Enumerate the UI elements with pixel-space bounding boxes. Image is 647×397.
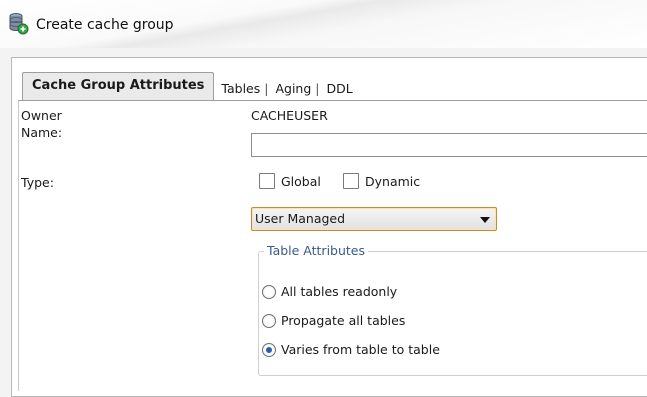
window-title: Create cache group — [36, 17, 174, 33]
radio-label: All tables readonly — [281, 284, 398, 299]
global-checkbox-box[interactable] — [259, 173, 275, 189]
radio-button-selected[interactable] — [262, 342, 276, 357]
type-select[interactable]: User Managed — [251, 207, 497, 231]
tab-separator: | — [264, 81, 269, 96]
radio-all-tables-readonly[interactable]: All tables readonly — [262, 284, 397, 299]
radio-selected-dot — [266, 346, 272, 353]
name-label: Name: — [21, 125, 63, 140]
title-bar: Create cache group — [0, 0, 647, 48]
radio-button[interactable] — [262, 284, 276, 299]
radio-propagate-all-tables[interactable]: Propagate all tables — [262, 313, 405, 328]
dynamic-checkbox-label: Dynamic — [365, 173, 421, 189]
dynamic-checkbox-box[interactable] — [343, 173, 359, 189]
owner-value: CACHEUSER — [251, 108, 328, 123]
tab-aging[interactable]: Aging — [271, 78, 315, 100]
radio-button[interactable] — [262, 313, 276, 328]
type-label: Type: — [21, 175, 54, 190]
tab-cache-group-attributes[interactable]: Cache Group Attributes — [22, 72, 215, 100]
tab-strip: Cache Group Attributes Tables | Aging | … — [22, 72, 357, 100]
database-cache-icon — [9, 13, 29, 35]
dynamic-checkbox[interactable]: Dynamic — [343, 173, 420, 189]
radio-varies-from-table-to-table[interactable]: Varies from table to table — [262, 342, 440, 357]
global-checkbox[interactable]: Global — [259, 173, 321, 189]
tab-separator: | — [315, 81, 320, 96]
owner-label: Owner — [21, 108, 62, 123]
radio-label: Propagate all tables — [281, 313, 406, 328]
tab-ddl[interactable]: DDL — [323, 78, 357, 100]
type-select-value: User Managed — [255, 211, 346, 226]
name-input[interactable] — [251, 133, 647, 157]
radio-label: Varies from table to table — [281, 342, 440, 357]
tab-tables[interactable]: Tables — [217, 78, 264, 100]
dropdown-arrow-icon[interactable] — [480, 217, 490, 223]
global-checkbox-label: Global — [281, 173, 321, 189]
table-attributes-legend: Table Attributes — [264, 243, 369, 258]
